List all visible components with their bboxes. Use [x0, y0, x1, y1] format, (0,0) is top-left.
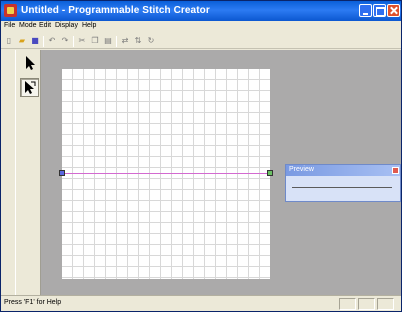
maximize-button[interactable] — [373, 4, 386, 17]
redo-icon[interactable]: ↷ — [60, 36, 70, 46]
app-icon — [4, 4, 17, 17]
preview-title-bar[interactable]: Preview — [286, 165, 400, 176]
menu-bar: File Mode Edit Display Help — [1, 21, 401, 33]
app-window: Untitled - Programmable Stitch Creator F… — [0, 0, 402, 312]
copy-icon[interactable]: ❐ — [90, 36, 100, 46]
stitch-end-point[interactable] — [267, 170, 273, 176]
arrow-select-icon[interactable] — [21, 54, 39, 72]
stitch-start-point[interactable] — [59, 170, 65, 176]
close-button[interactable] — [387, 4, 400, 17]
preview-close-button[interactable] — [392, 167, 399, 174]
preview-window[interactable]: Preview — [285, 164, 401, 202]
preview-stitch-line — [292, 187, 392, 188]
menu-edit[interactable]: Edit — [39, 22, 51, 29]
menu-mode[interactable]: Mode — [19, 22, 37, 29]
status-pane — [339, 298, 356, 310]
menu-file[interactable]: File — [4, 22, 15, 29]
status-pane — [358, 298, 375, 310]
title-bar[interactable]: Untitled - Programmable Stitch Creator — [1, 1, 401, 21]
toolbar-separator — [43, 36, 44, 47]
toolbar-separator — [73, 36, 74, 47]
paste-icon[interactable]: ▤ — [103, 36, 113, 46]
menu-help[interactable]: Help — [82, 22, 96, 29]
tool-palette — [15, 50, 41, 295]
toolbar: ▯ ▰ ■ ↶ ↷ ✂ ❐ ▤ ⇄ ⇅ ↻ — [1, 34, 401, 49]
menu-display[interactable]: Display — [55, 22, 78, 29]
minimize-button[interactable] — [359, 4, 372, 17]
rotate-icon[interactable]: ↻ — [146, 36, 156, 46]
undo-icon[interactable]: ↶ — [47, 36, 57, 46]
status-pane — [377, 298, 394, 310]
status-text: Press 'F1' for Help — [4, 299, 62, 306]
point-edit-icon[interactable] — [20, 78, 39, 97]
toolbar-separator — [116, 36, 117, 47]
new-icon[interactable]: ▯ — [4, 36, 14, 46]
stitch-grid[interactable] — [59, 69, 273, 279]
flip-vertical-icon[interactable]: ⇅ — [133, 36, 143, 46]
flip-horizontal-icon[interactable]: ⇄ — [120, 36, 130, 46]
preview-title: Preview — [289, 166, 314, 173]
status-bar: Press 'F1' for Help — [1, 295, 401, 311]
save-icon[interactable]: ■ — [30, 36, 40, 46]
open-icon[interactable]: ▰ — [17, 36, 27, 46]
stitch-line[interactable] — [62, 173, 270, 174]
cut-icon[interactable]: ✂ — [77, 36, 87, 46]
window-title: Untitled - Programmable Stitch Creator — [21, 5, 210, 16]
